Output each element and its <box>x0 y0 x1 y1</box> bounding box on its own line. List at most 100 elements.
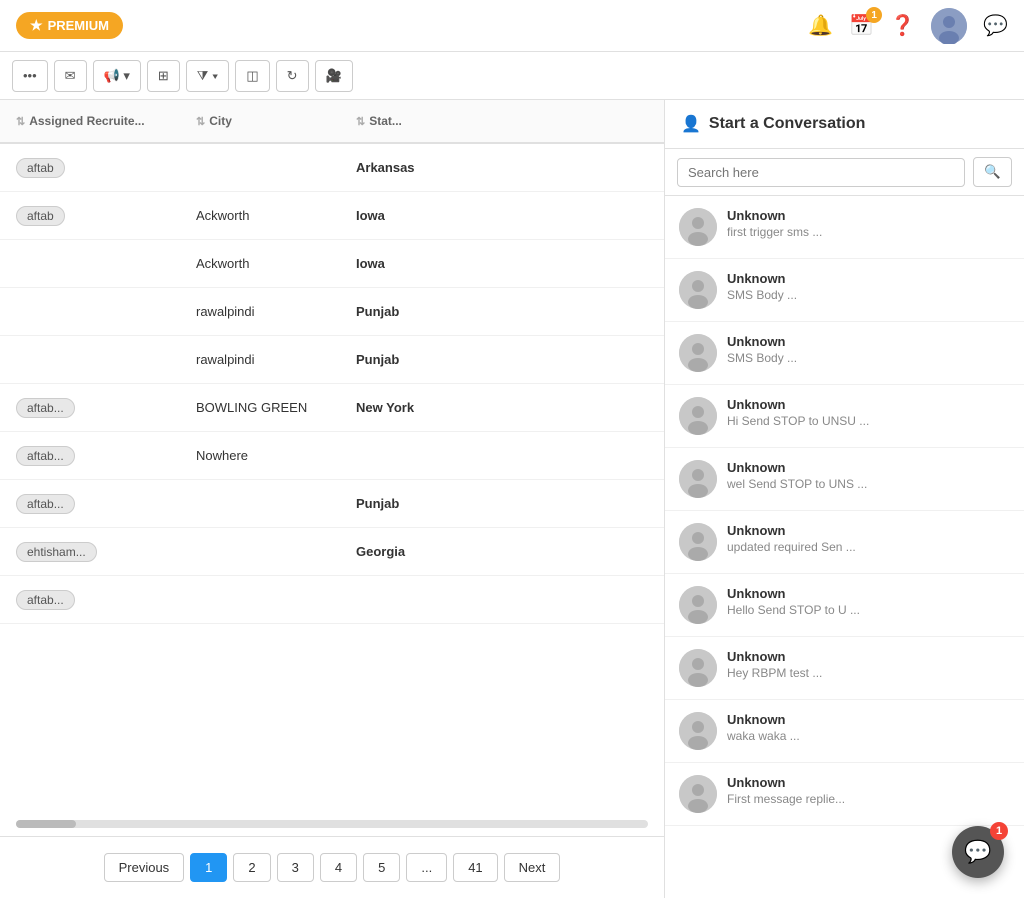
ellipsis-button: ... <box>406 853 447 882</box>
conv-avatar-6 <box>679 586 717 624</box>
table-row[interactable]: rawalpindi Punjab <box>0 336 664 384</box>
cell-state-3: Punjab <box>348 304 448 319</box>
page-4-button[interactable]: 4 <box>320 853 357 882</box>
table-row[interactable]: aftab... <box>0 576 664 624</box>
state-header[interactable]: ⇅ Stat... <box>348 114 448 128</box>
table-row[interactable]: aftab Ackworth Iowa <box>0 192 664 240</box>
main-layout: ⇅ Assigned Recruite... ⇅ City ⇅ Stat... … <box>0 100 1024 898</box>
city-header[interactable]: ⇅ City <box>188 114 348 128</box>
table-row[interactable]: ehtisham... Georgia <box>0 528 664 576</box>
conversation-item[interactable]: Unknown Hi Send STOP to UNSU ... <box>665 385 1024 448</box>
conversation-item[interactable]: Unknown updated required Sen ... <box>665 511 1024 574</box>
notifications-icon[interactable]: 🔔 <box>808 13 833 38</box>
cell-city-4: rawalpindi <box>188 352 348 367</box>
video-button[interactable]: 🎥 <box>315 60 353 92</box>
conv-content-6: Unknown Hello Send STOP to U ... <box>727 586 1010 617</box>
column-headers: ⇅ Assigned Recruite... ⇅ City ⇅ Stat... <box>0 100 664 144</box>
conv-preview-1: SMS Body ... <box>727 288 1010 302</box>
conversation-item[interactable]: Unknown first trigger sms ... <box>665 196 1024 259</box>
grid-view-button[interactable]: ⊞ <box>147 60 180 92</box>
help-icon[interactable]: ❓ <box>890 13 915 38</box>
conversation-item[interactable]: Unknown Hey RBPM test ... <box>665 637 1024 700</box>
table-row[interactable]: aftab Arkansas <box>0 144 664 192</box>
conv-preview-8: waka waka ... <box>727 729 1010 743</box>
right-panel: 👤 Start a Conversation 🔍 Unknown first t… <box>664 100 1024 898</box>
toolbar: ••• ✉ 📢 ▾ ⊞ ⧩ ▾ ◫ ↻ 🎥 <box>0 52 1024 100</box>
table-row[interactable]: rawalpindi Punjab <box>0 288 664 336</box>
conv-name-5: Unknown <box>727 523 1010 538</box>
table-section: ⇅ Assigned Recruite... ⇅ City ⇅ Stat... … <box>0 100 664 898</box>
cell-assigned-1: aftab <box>8 206 188 226</box>
conv-name-3: Unknown <box>727 397 1010 412</box>
conv-name-9: Unknown <box>727 775 1010 790</box>
split-view-button[interactable]: ◫ <box>235 60 269 92</box>
table-row[interactable]: aftab... Punjab <box>0 480 664 528</box>
cell-state-7: Punjab <box>348 496 448 511</box>
page-1-button[interactable]: 1 <box>190 853 227 882</box>
conv-name-4: Unknown <box>727 460 1010 475</box>
tag-1: aftab <box>16 206 65 226</box>
chat-widget-badge: 1 <box>990 822 1008 840</box>
chat-widget-button[interactable]: 💬 1 <box>952 826 1004 878</box>
conv-preview-6: Hello Send STOP to U ... <box>727 603 1010 617</box>
tag-7: aftab... <box>16 494 75 514</box>
cell-city-6: Nowhere <box>188 448 348 463</box>
cell-city-2: Ackworth <box>188 256 348 271</box>
calendar-badge: 1 <box>866 7 882 23</box>
cell-state-0: Arkansas <box>348 160 448 175</box>
cell-assigned-8: ehtisham... <box>8 542 188 562</box>
conv-content-1: Unknown SMS Body ... <box>727 271 1010 302</box>
filter-button[interactable]: ⧩ ▾ <box>186 60 230 92</box>
tag-8: ehtisham... <box>16 542 97 562</box>
refresh-button[interactable]: ↻ <box>276 60 309 92</box>
user-avatar[interactable] <box>931 8 967 44</box>
chat-widget-icon: 💬 <box>964 839 991 865</box>
scroll-area[interactable] <box>0 812 664 836</box>
conv-name-0: Unknown <box>727 208 1010 223</box>
previous-button[interactable]: Previous <box>104 853 185 882</box>
tag-9: aftab... <box>16 590 75 610</box>
chat-icon[interactable]: 💬 <box>983 13 1008 38</box>
cell-assigned-0: aftab <box>8 158 188 178</box>
conversation-item[interactable]: Unknown wel Send STOP to UNS ... <box>665 448 1024 511</box>
table-row[interactable]: aftab... Nowhere <box>0 432 664 480</box>
conv-content-9: Unknown First message replie... <box>727 775 1010 806</box>
page-41-button[interactable]: 41 <box>453 853 497 882</box>
tag-0: aftab <box>16 158 65 178</box>
assigned-recruiter-header[interactable]: ⇅ Assigned Recruite... <box>8 114 188 128</box>
email-button[interactable]: ✉ <box>54 60 87 92</box>
tag-6: aftab... <box>16 446 75 466</box>
table-row[interactable]: aftab... BOWLING GREEN New York <box>0 384 664 432</box>
premium-badge[interactable]: PREMIUM <box>16 12 123 39</box>
more-options-button[interactable]: ••• <box>12 60 48 92</box>
conversation-item[interactable]: Unknown Hello Send STOP to U ... <box>665 574 1024 637</box>
cell-assigned-7: aftab... <box>8 494 188 514</box>
next-button[interactable]: Next <box>504 853 561 882</box>
conv-content-2: Unknown SMS Body ... <box>727 334 1010 365</box>
conv-name-8: Unknown <box>727 712 1010 727</box>
premium-label: PREMIUM <box>48 18 109 33</box>
conv-preview-7: Hey RBPM test ... <box>727 666 1010 680</box>
conv-preview-9: First message replie... <box>727 792 1010 806</box>
calendar-icon[interactable]: 📅 1 <box>849 13 874 38</box>
cell-state-2: Iowa <box>348 256 448 271</box>
conversation-item[interactable]: Unknown SMS Body ... <box>665 259 1024 322</box>
page-3-button[interactable]: 3 <box>277 853 314 882</box>
person-icon: 👤 <box>681 114 701 134</box>
broadcast-button[interactable]: 📢 ▾ <box>93 60 141 92</box>
page-2-button[interactable]: 2 <box>233 853 270 882</box>
search-input[interactable] <box>677 158 965 187</box>
search-button[interactable]: 🔍 <box>973 157 1012 187</box>
conv-avatar-5 <box>679 523 717 561</box>
cell-state-8: Georgia <box>348 544 448 559</box>
conv-content-3: Unknown Hi Send STOP to UNSU ... <box>727 397 1010 428</box>
conv-avatar-7 <box>679 649 717 687</box>
conversation-item[interactable]: Unknown SMS Body ... <box>665 322 1024 385</box>
table-row[interactable]: Ackworth Iowa <box>0 240 664 288</box>
page-5-button[interactable]: 5 <box>363 853 400 882</box>
conv-avatar-0 <box>679 208 717 246</box>
conversation-item[interactable]: Unknown First message replie... <box>665 763 1024 826</box>
tag-5: aftab... <box>16 398 75 418</box>
conv-name-6: Unknown <box>727 586 1010 601</box>
conversation-item[interactable]: Unknown waka waka ... <box>665 700 1024 763</box>
